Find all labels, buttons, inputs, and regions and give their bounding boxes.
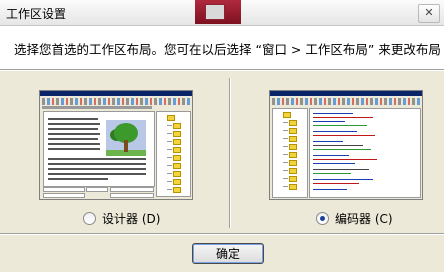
preview-text-line [48,133,100,135]
coder-option-label[interactable]: 编码器 (C) [335,210,393,227]
preview-toolbar [42,98,190,105]
footer-divider [0,233,444,235]
folder-icon [283,136,301,142]
preview-code-line [313,173,351,174]
coder-radio[interactable] [316,212,329,225]
folder-icon [283,160,301,166]
preview-toolbar-secondary [42,106,152,109]
preview-design-view [43,111,155,187]
preview-code-line [313,163,355,164]
designer-radio[interactable] [83,212,96,225]
folder-icon [167,123,185,129]
titlebar-background-window-icon [205,4,225,20]
preview-text-line [48,168,146,170]
preview-text-line [48,138,98,140]
folder-icon [167,163,185,169]
preview-code-line [313,169,369,170]
preview-text-line [48,128,98,130]
title-bar: 工作区设置 ✕ [0,0,444,26]
preview-code-line [313,121,345,122]
preview-property-field [43,187,85,192]
preview-code-view [309,108,421,198]
folder-icon [283,128,301,134]
preview-titlebar [270,91,422,96]
preview-code-line [313,125,367,126]
preview-property-field [86,187,108,192]
preview-text-line [48,173,146,175]
header-divider [0,70,444,71]
preview-code-line [313,145,363,146]
folder-icon [283,144,301,150]
preview-property-field [110,193,154,198]
preview-code-line [313,155,349,156]
preview-code-line [313,189,347,190]
preview-toolbar [272,98,420,105]
folder-icon [167,139,185,145]
window-title: 工作区设置 [6,7,67,21]
coder-option[interactable]: 编码器 (C) [316,210,393,226]
preview-code-line [313,141,343,142]
preview-property-field [110,187,154,192]
folder-icon [283,176,301,182]
preview-code-line [313,117,373,118]
preview-text-line [48,148,100,150]
preview-text-line [48,143,100,145]
preview-property-field [43,193,85,198]
folder-icon [167,155,185,161]
preview-code-line [313,149,371,150]
preview-text-line [48,123,100,125]
preview-file-tree [272,108,308,198]
preview-code-line [313,135,375,136]
coder-layout-preview[interactable] [269,90,423,200]
folder-icon [283,120,301,126]
preview-code-line [313,131,357,132]
folder-icon [161,115,179,121]
options-divider [229,78,231,228]
preview-file-tree [156,111,191,197]
preview-code-line [313,159,377,160]
folder-icon [167,187,185,193]
designer-option[interactable]: 设计器 (D) [83,210,160,226]
preview-text-line [48,163,146,165]
preview-titlebar [40,91,192,96]
preview-code-line [313,179,373,180]
folder-icon [283,152,301,158]
folder-icon [283,184,301,190]
designer-option-label[interactable]: 设计器 (D) [102,210,160,227]
preview-text-line [48,158,146,160]
preview-text-line [48,178,108,180]
folder-icon [277,112,295,118]
folder-icon [283,168,301,174]
preview-code-line [313,113,353,114]
folder-icon [167,147,185,153]
folder-icon [167,179,185,185]
folder-icon [167,131,185,137]
dialog-header: 选择您首选的工作区布局。您可在以后选择 “窗口 > 工作区布局” 来更改布局 [0,26,444,70]
instruction-text: 选择您首选的工作区布局。您可在以后选择 “窗口 > 工作区布局” 来更改布局 [14,42,441,57]
folder-icon [167,171,185,177]
ok-button[interactable]: 确定 [192,243,264,264]
preview-code-line [313,183,359,184]
tree-image-icon [106,120,146,156]
close-icon[interactable]: ✕ [418,4,440,23]
designer-layout-preview[interactable] [39,90,193,200]
preview-text-line [48,118,98,120]
